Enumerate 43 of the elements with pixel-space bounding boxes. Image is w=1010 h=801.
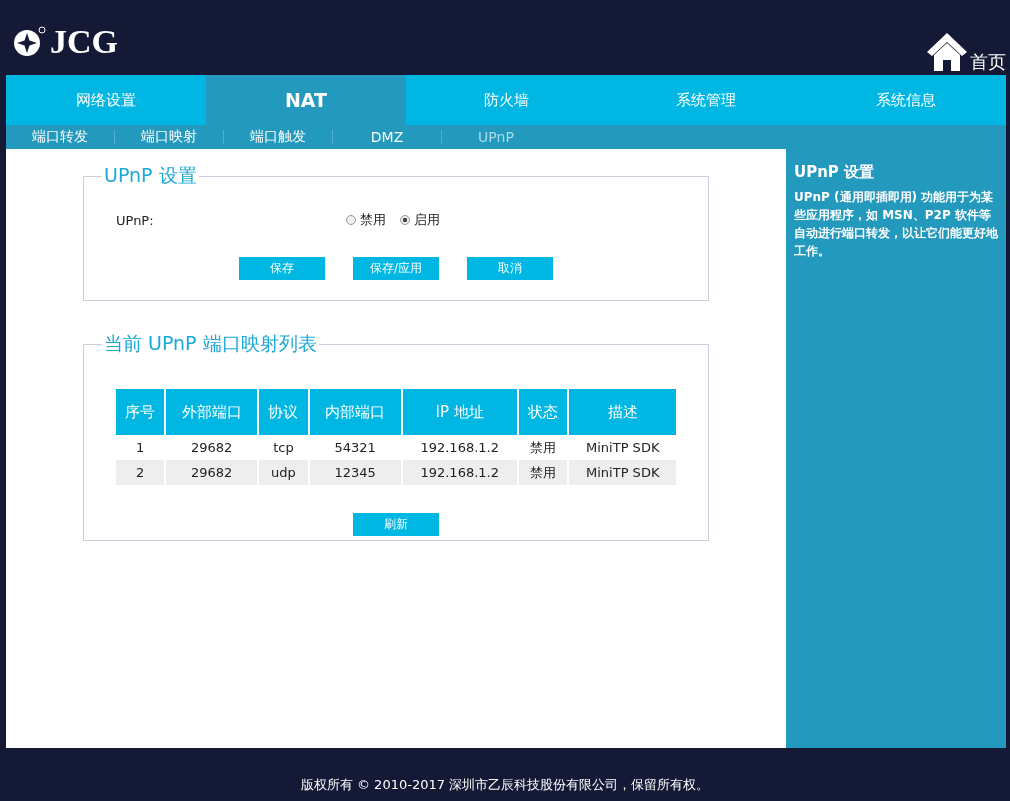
sub-nav-tab[interactable]: 端口映射 xyxy=(135,128,223,146)
action-button[interactable]: 保存 xyxy=(239,257,325,280)
column-header: IP 地址 xyxy=(401,389,518,435)
upnp-label: UPnP: xyxy=(116,212,155,228)
main-nav-tab[interactable]: 系统信息 xyxy=(806,75,1006,125)
refresh-button[interactable]: 刷新 xyxy=(353,513,439,536)
panel-title: UPnP 设置 xyxy=(103,163,198,188)
main-nav-tab[interactable]: NAT xyxy=(206,75,406,125)
help-text: UPnP (通用即插即用) 功能用于为某些应用程序，如 MSN、P2P 软件等自动进行端口转发，以让它们能更好地工作。 xyxy=(794,189,998,260)
table-cell: MiniTP SDK xyxy=(568,460,676,485)
table-cell: 29682 xyxy=(165,460,259,485)
column-header: 状态 xyxy=(517,389,569,435)
radio-button[interactable] xyxy=(400,215,410,225)
table-cell: 1 xyxy=(116,435,166,460)
main-nav-tab[interactable]: 防火墙 xyxy=(406,75,606,125)
home-link[interactable]: 首页 xyxy=(970,53,1006,71)
table-cell: 禁用 xyxy=(517,460,569,485)
sub-nav-tab[interactable]: 端口触发 xyxy=(244,128,332,146)
action-button[interactable]: 保存/应用 xyxy=(353,257,439,280)
sub-nav-tab[interactable]: UPnP xyxy=(462,129,550,145)
home-icon[interactable] xyxy=(926,31,968,71)
table-cell: 12345 xyxy=(308,460,402,485)
radio-button[interactable] xyxy=(346,215,356,225)
column-header: 序号 xyxy=(116,389,166,435)
table-cell: 2 xyxy=(116,460,166,485)
radio-label: 禁用 xyxy=(360,211,386,229)
column-header: 外部端口 xyxy=(165,389,259,435)
action-button[interactable]: 取消 xyxy=(467,257,553,280)
help-title: UPnP 设置 xyxy=(794,163,876,182)
column-header: 内部端口 xyxy=(308,389,402,435)
column-header: 协议 xyxy=(258,389,309,435)
panel-title: 当前 UPnP 端口映射列表 xyxy=(103,331,318,356)
main-nav-tab[interactable]: 系统管理 xyxy=(606,75,806,125)
logo-text: JCG xyxy=(50,23,118,61)
column-header: 描述 xyxy=(568,389,676,435)
sub-nav-tab[interactable]: DMZ xyxy=(353,129,441,145)
logo-emblem-icon xyxy=(12,25,46,59)
table-cell: 192.168.1.2 xyxy=(401,460,518,485)
sub-nav-tab[interactable]: 端口转发 xyxy=(26,128,114,146)
radio-label: 启用 xyxy=(414,211,440,229)
table-cell: udp xyxy=(258,460,309,485)
main-nav-tab[interactable]: 网络设置 xyxy=(6,75,206,125)
copyright-text: 版权所有 © 2010-2017 深圳市乙辰科技股份有限公司，保留所有权。 xyxy=(299,776,711,794)
